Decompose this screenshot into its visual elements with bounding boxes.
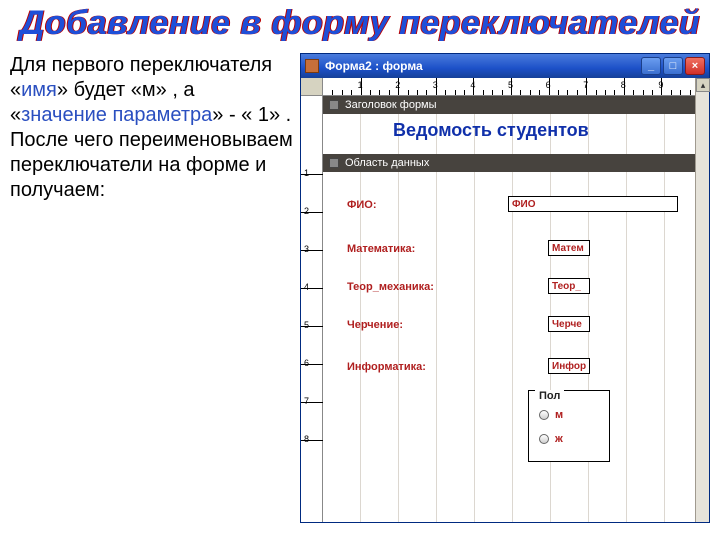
radio-m-label: м <box>555 409 563 421</box>
ruler-corner <box>301 78 323 96</box>
label-teor[interactable]: Теор_механика: <box>345 280 436 294</box>
ruler-horizontal[interactable]: 12345678910 <box>323 78 709 96</box>
label-inf[interactable]: Информатика: <box>345 360 428 374</box>
scroll-up-button[interactable]: ▴ <box>696 78 710 92</box>
field-cher[interactable]: Черче <box>548 316 590 332</box>
radio-zh-label: ж <box>555 433 563 445</box>
close-button[interactable]: × <box>685 57 705 75</box>
label-fio[interactable]: ФИО: <box>345 198 379 212</box>
form-header-area[interactable]: Ведомость студентов <box>323 114 709 154</box>
slide-title: Добавление в форму переключателей <box>0 4 720 43</box>
field-inf[interactable]: Инфор <box>548 358 590 374</box>
ruler-vertical[interactable]: 12345678 <box>301 96 323 522</box>
section-icon <box>329 158 339 168</box>
form-title-label[interactable]: Ведомость студентов <box>393 120 589 141</box>
form-icon <box>305 59 319 73</box>
group-title[interactable]: Пол <box>535 390 564 402</box>
radio-icon[interactable] <box>539 410 549 420</box>
label-cher[interactable]: Черчение: <box>345 318 405 332</box>
field-teor[interactable]: Теор_ <box>548 278 590 294</box>
radio-icon[interactable] <box>539 434 549 444</box>
minimize-button[interactable]: _ <box>641 57 661 75</box>
section-bar-data[interactable]: Область данных <box>323 154 709 172</box>
section-header-label: Заголовок формы <box>345 99 437 111</box>
label-math[interactable]: Математика: <box>345 242 417 256</box>
window-title: Форма2 : форма <box>325 59 641 73</box>
maximize-button[interactable]: □ <box>663 57 683 75</box>
section-bar-header[interactable]: Заголовок формы <box>323 96 709 114</box>
form-designer-window: Форма2 : форма _ □ × 12345678910 1234567… <box>300 53 710 523</box>
field-fio[interactable]: ФИО <box>508 196 678 212</box>
body-text: Для первого переключателя «имя» будет «м… <box>10 53 300 523</box>
section-data-label: Область данных <box>345 157 429 169</box>
titlebar[interactable]: Форма2 : форма _ □ × <box>301 54 709 78</box>
scrollbar-vertical[interactable]: ▴ <box>695 78 709 522</box>
field-math[interactable]: Матем <box>548 240 590 256</box>
design-canvas[interactable]: Заголовок формы Ведомость студентов Обла… <box>323 96 709 522</box>
section-icon <box>329 100 339 110</box>
radio-zh[interactable]: ж <box>539 433 563 445</box>
option-group-pol[interactable]: Пол м ж <box>528 390 610 462</box>
form-detail-area[interactable]: ФИО: ФИО Математика: Матем Теор_механика… <box>323 172 709 522</box>
radio-m[interactable]: м <box>539 409 563 421</box>
